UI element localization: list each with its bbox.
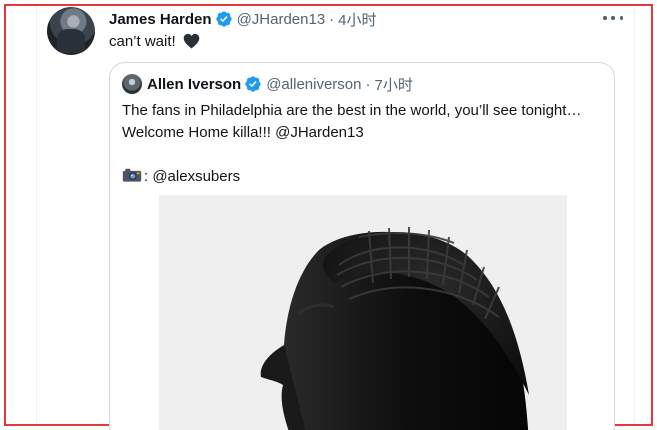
separator-dot: · [329, 10, 335, 28]
tweet-timestamp[interactable]: 4小时 [338, 9, 376, 30]
quoted-line-2: Welcome Home killa!!! @JHarden13 [122, 124, 364, 141]
separator-dot: · [365, 75, 371, 93]
author-avatar[interactable] [47, 7, 95, 55]
author-handle[interactable]: @JHarden13 [237, 11, 326, 28]
quoted-author-name: Allen Iverson [147, 75, 242, 93]
black-heart-icon [183, 33, 200, 49]
quoted-author-avatar [122, 74, 142, 94]
quoted-tweet-card[interactable]: Allen Iverson @alleniverson · 7小时 The fa… [109, 62, 615, 430]
verified-badge-icon [245, 76, 261, 92]
tweet-header: James Harden @JHarden13 · 4小时 [109, 9, 377, 29]
more-dots-icon[interactable] [603, 10, 623, 26]
quoted-tweet-timestamp: 7小时 [374, 76, 413, 94]
quoted-line-1: The fans in Philadelphia are the best in… [122, 102, 582, 119]
timeline-divider-left [36, 6, 37, 424]
quoted-tweet-header: Allen Iverson @alleniverson · 7小时 [122, 74, 413, 94]
author-name[interactable]: James Harden [109, 11, 212, 28]
quoted-author-handle: @alleniverson [266, 75, 362, 93]
quoted-tweet-text: The fans in Philadelphia are the best in… [122, 100, 581, 188]
camera-icon [122, 168, 142, 182]
timeline-divider-right [634, 6, 635, 424]
tweet-text-content: can’t wait! [109, 33, 176, 50]
tweet-text: can’t wait! [109, 32, 200, 52]
verified-badge-icon [215, 11, 232, 27]
quoted-tweet-photo[interactable] [159, 195, 567, 430]
portrait-photo [159, 195, 567, 430]
photo-credit: : @alexsubers [144, 168, 241, 185]
